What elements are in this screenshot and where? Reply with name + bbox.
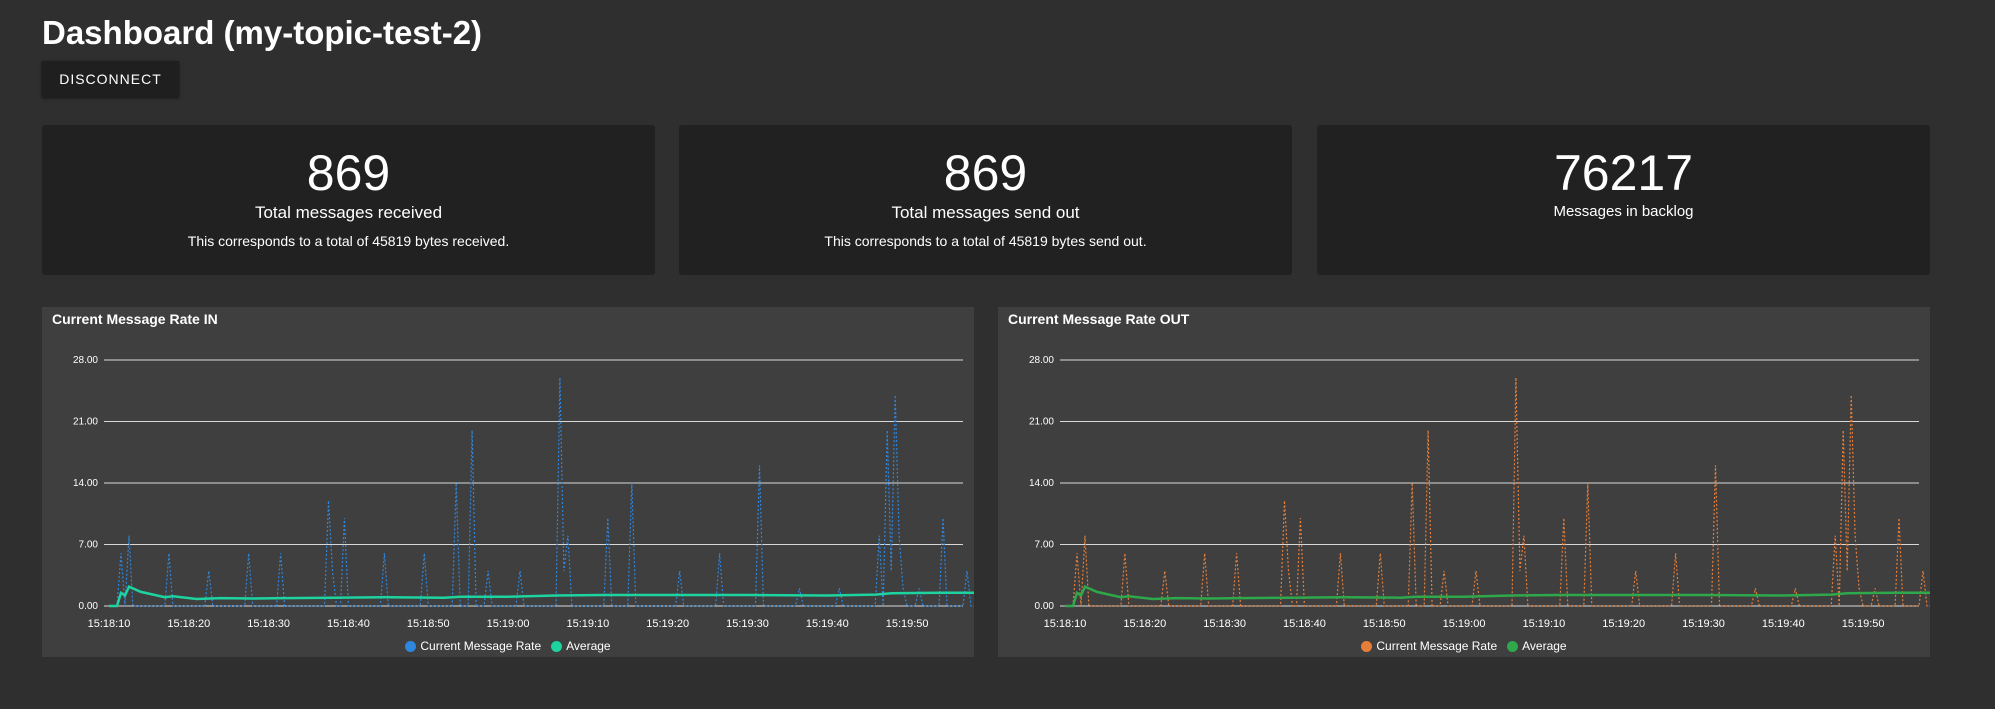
y-tick-label: 14.00 <box>73 478 98 489</box>
sent-description: This corresponds to a total of 45819 byt… <box>824 233 1147 249</box>
x-tick-label: 15:18:10 <box>88 618 131 630</box>
chart-rate-in: Current Message Rate IN 0.00 7.00 14.00 21.… <box>42 307 974 657</box>
y-tick-label: 28.00 <box>73 355 98 366</box>
series-line <box>109 585 974 608</box>
x-tick-label: 15:19:30 <box>1682 618 1725 630</box>
x-tick-label: 15:19:10 <box>1522 618 1565 630</box>
legend-item-rate[interactable]: Current Message Rate <box>1361 639 1497 653</box>
x-tick-label: 15:18:40 <box>1283 618 1326 630</box>
disconnect-button[interactable]: DISCONNECT <box>42 61 179 97</box>
received-count: 869 <box>306 145 391 201</box>
legend-rate-label: Current Message Rate <box>420 639 542 653</box>
x-tick-label: 15:19:10 <box>566 618 609 630</box>
legend-item-rate[interactable]: Current Message Rate <box>405 639 541 653</box>
received-description: This corresponds to a total of 45819 byt… <box>187 233 510 249</box>
y-tick-label: 0.00 <box>79 601 99 612</box>
x-tick-label: 15:18:40 <box>327 618 370 630</box>
y-tick-label: 7.00 <box>79 540 99 551</box>
received-card: 869 Total messages received This corresp… <box>42 125 655 275</box>
sent-label: Total messages send out <box>891 203 1080 222</box>
x-tick-label: 15:18:10 <box>1044 618 1087 630</box>
x-tick-label: 15:18:50 <box>407 618 450 630</box>
legend-average-label: Average <box>1522 639 1567 653</box>
received-label: Total messages received <box>254 203 443 222</box>
x-tick-label: 15:18:30 <box>1203 618 1246 630</box>
series-line <box>1065 585 1930 608</box>
legend-rate-dot-icon <box>405 640 417 652</box>
x-tick-label: 15:19:00 <box>1443 618 1486 630</box>
y-tick-label: 21.00 <box>73 417 98 428</box>
sent-count: 869 <box>943 145 1028 201</box>
x-tick-label: 15:18:20 <box>1123 618 1166 630</box>
x-tick-label: 15:19:50 <box>1842 618 1885 630</box>
y-tick-label: 7.00 <box>1035 540 1055 551</box>
backlog-label: Messages in backlog <box>1553 203 1694 220</box>
x-tick-label: 15:19:50 <box>886 618 929 630</box>
legend-average-dot-icon <box>551 640 563 652</box>
chart-out-legend: Current Message Rate Average <box>998 639 1930 653</box>
x-tick-label: 15:19:40 <box>1762 618 1805 630</box>
legend-average-dot-icon <box>1507 640 1519 652</box>
legend-item-average[interactable]: Average <box>1507 639 1567 653</box>
legend-average-label: Average <box>566 639 611 653</box>
chart-out-plot: 0.00 7.00 14.00 21.00 28.00 15:18:10 15:18:20 1… <box>1029 355 1930 630</box>
legend-rate-dot-icon <box>1361 640 1373 652</box>
x-tick-label: 15:18:30 <box>247 618 290 630</box>
y-tick-label: 28.00 <box>1029 355 1054 366</box>
y-tick-label: 21.00 <box>1029 417 1054 428</box>
y-tick-label: 0.00 <box>1035 601 1055 612</box>
y-tick-label: 14.00 <box>1029 478 1054 489</box>
backlog-card: 76217 Messages in backlog <box>1317 125 1930 275</box>
series-line <box>1065 377 1930 607</box>
legend-rate-label: Current Message Rate <box>1376 639 1498 653</box>
chart-rate-out: Current Message Rate OUT 0.00 7.00 14.00 21… <box>998 307 1930 657</box>
sent-card: 869 Total messages send out This corresp… <box>679 125 1292 275</box>
x-tick-label: 15:19:20 <box>1602 618 1645 630</box>
x-tick-label: 15:19:40 <box>806 618 849 630</box>
backlog-count: 76217 <box>1553 145 1694 201</box>
legend-item-average[interactable]: Average <box>551 639 611 653</box>
x-tick-label: 15:19:00 <box>487 618 530 630</box>
x-tick-label: 15:19:30 <box>726 618 769 630</box>
series-line <box>109 377 974 607</box>
x-tick-label: 15:19:20 <box>646 618 689 630</box>
page-title: Dashboard (my-topic-test-2) <box>42 14 483 51</box>
chart-in-plot: 0.00 7.00 14.00 21.00 28.00 15:18:10 15:18:20 1… <box>73 355 974 630</box>
x-tick-label: 15:18:50 <box>1363 618 1406 630</box>
x-tick-label: 15:18:20 <box>167 618 210 630</box>
chart-in-legend: Current Message Rate Average <box>42 639 974 653</box>
